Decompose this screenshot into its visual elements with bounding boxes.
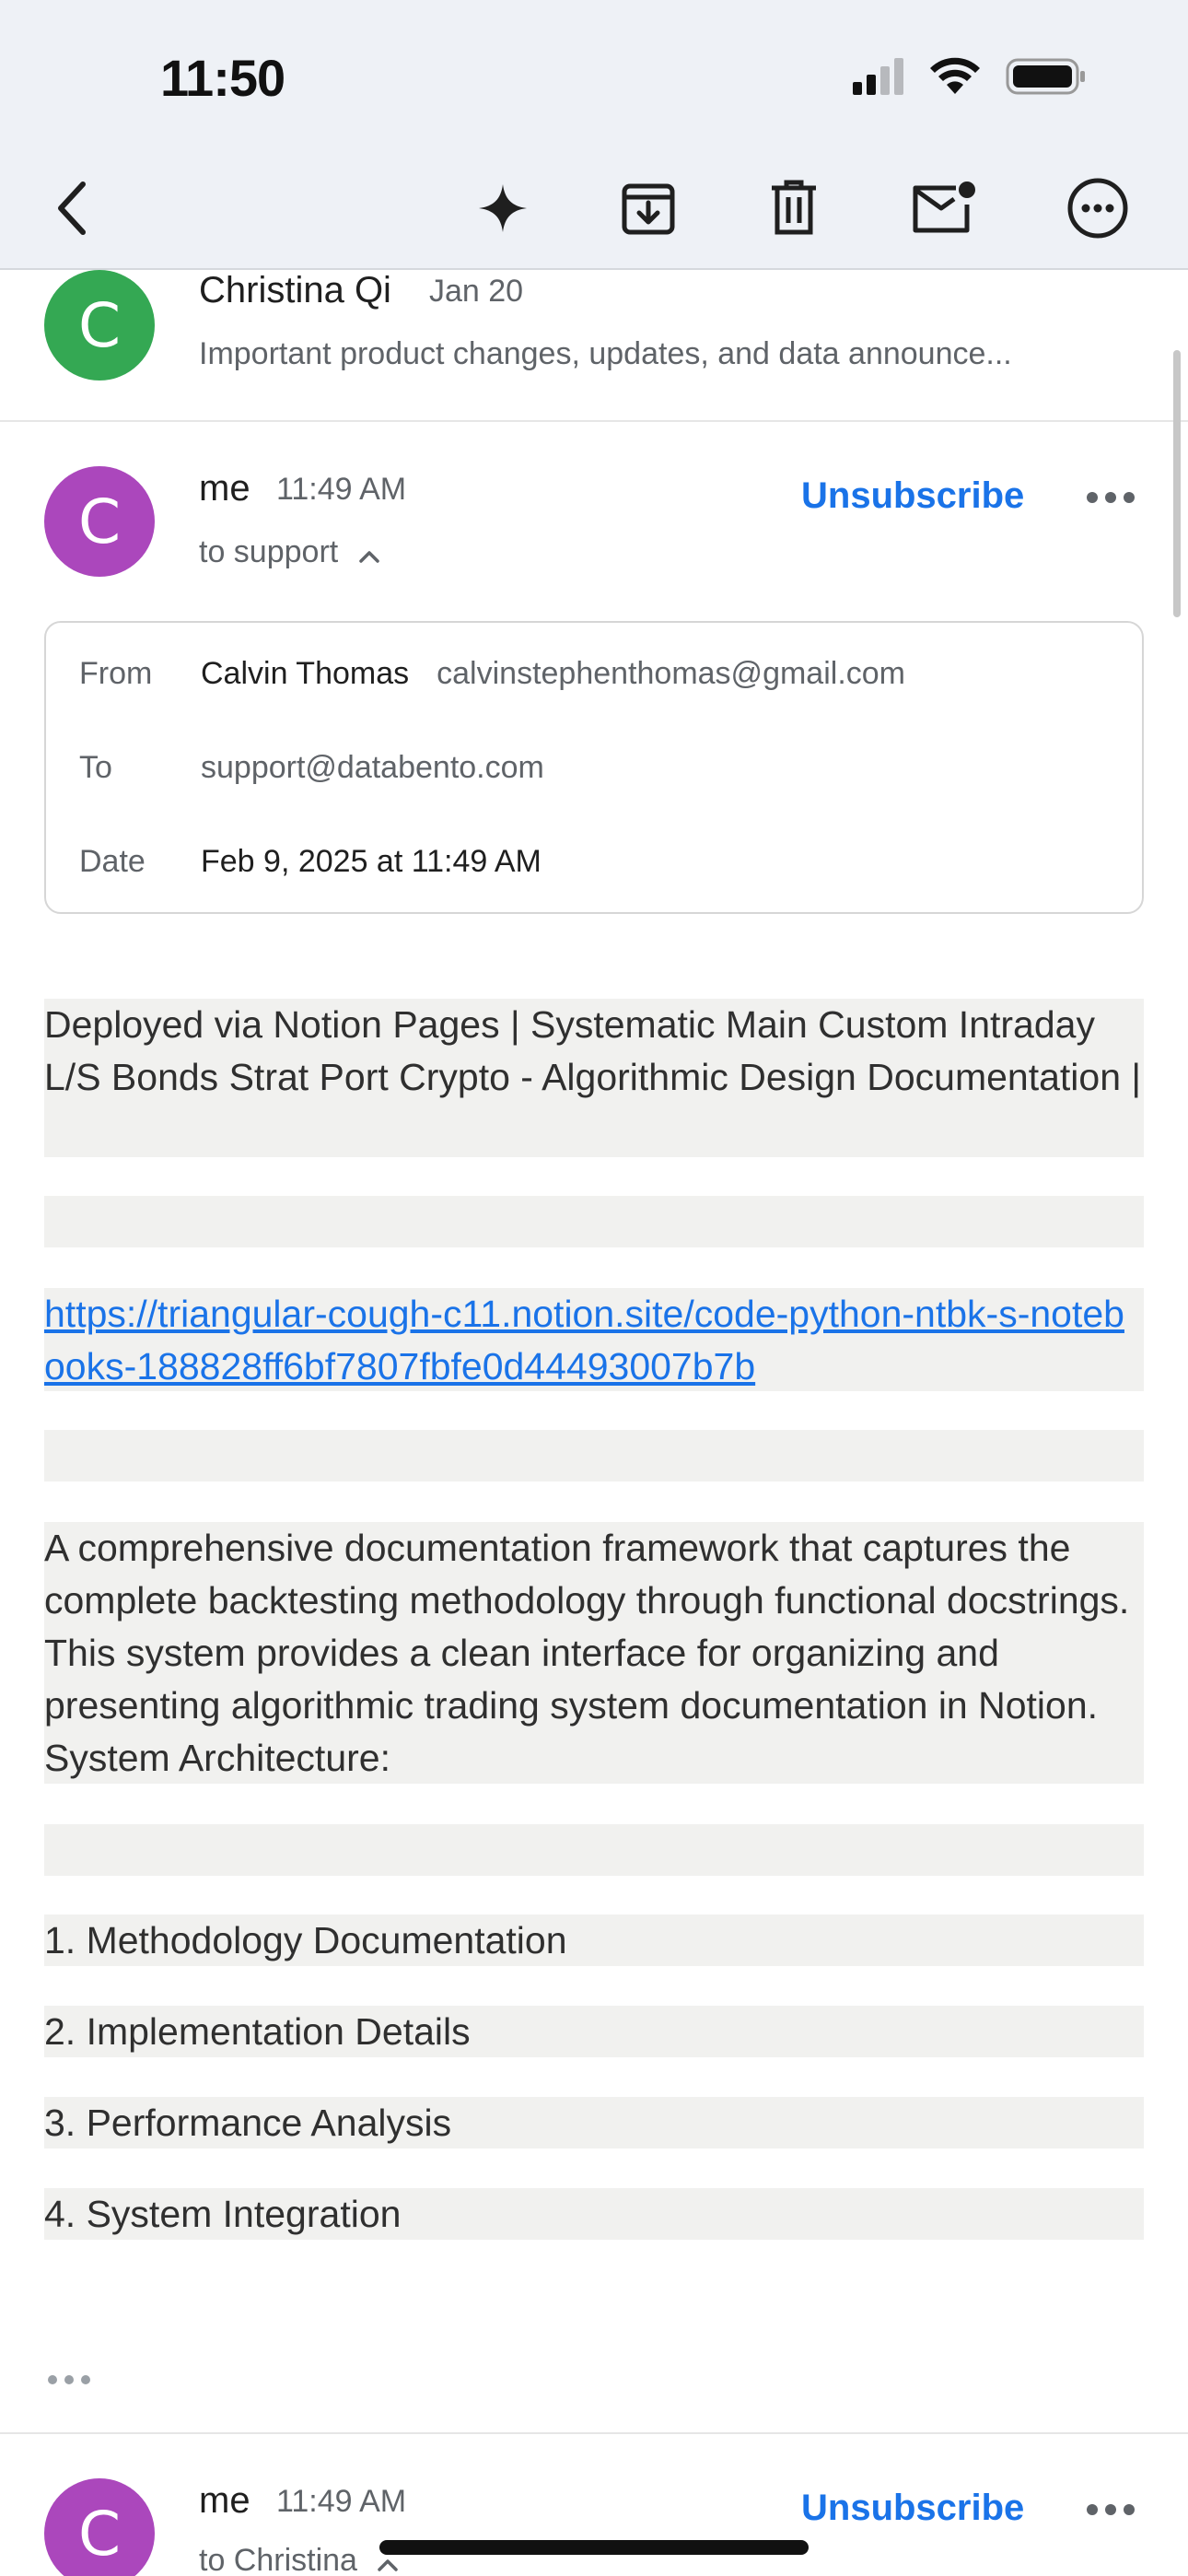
recipients-toggle[interactable]: to Christina bbox=[199, 2543, 399, 2576]
more-icon bbox=[1066, 177, 1129, 244]
mark-unread-button[interactable] bbox=[906, 173, 980, 247]
recipients-label: to Christina bbox=[199, 2543, 357, 2576]
chevron-up-icon bbox=[358, 536, 380, 572]
body-spacer bbox=[44, 1196, 1144, 1247]
avatar: C bbox=[44, 2478, 155, 2576]
body-spacer bbox=[44, 1824, 1144, 1876]
avatar: C bbox=[44, 270, 155, 381]
body-spacer bbox=[44, 1430, 1144, 1481]
from-value: Calvin Thomas calvinstephenthomas@gmail.c… bbox=[201, 656, 905, 692]
unsubscribe-button[interactable]: Unsubscribe bbox=[801, 2488, 1024, 2529]
sender-name: me bbox=[199, 468, 250, 509]
message-time: 11:49 AM bbox=[276, 472, 407, 507]
body-link-block: https://triangular-cough-c11.notion.site… bbox=[44, 1288, 1144, 1391]
trash-icon bbox=[768, 179, 820, 242]
home-indicator[interactable] bbox=[379, 2540, 809, 2555]
battery-icon bbox=[1006, 57, 1087, 100]
message-snippet: Important product changes, updates, and … bbox=[199, 336, 1012, 371]
more-horizontal-icon bbox=[1087, 492, 1135, 503]
status-time: 11:50 bbox=[160, 49, 285, 107]
mark-unread-icon bbox=[910, 181, 976, 240]
to-value[interactable]: support@databento.com bbox=[201, 750, 544, 786]
more-options-button[interactable] bbox=[1061, 173, 1135, 247]
top-bar: 11:50 bbox=[0, 0, 1188, 270]
back-button[interactable] bbox=[35, 173, 109, 247]
list-item: 4. System Integration bbox=[44, 2188, 1144, 2240]
back-icon bbox=[53, 181, 90, 240]
from-label: From bbox=[79, 656, 153, 691]
more-horizontal-icon bbox=[1087, 2504, 1135, 2515]
delete-button[interactable] bbox=[757, 173, 831, 247]
scrollbar[interactable] bbox=[1173, 350, 1181, 617]
avatar: C bbox=[44, 466, 155, 577]
body-intro: Deployed via Notion Pages | Systematic M… bbox=[44, 999, 1144, 1157]
date-value: Feb 9, 2025 at 11:49 AM bbox=[201, 844, 542, 879]
message-time: 11:49 AM bbox=[276, 2484, 407, 2519]
recipients-toggle[interactable]: to support bbox=[199, 534, 380, 572]
message-more-button[interactable] bbox=[1087, 2504, 1135, 2515]
unsubscribe-button[interactable]: Unsubscribe bbox=[801, 475, 1024, 517]
ellipsis-icon bbox=[48, 2375, 90, 2384]
message-details: From Calvin Thomas calvinstephenthomas@gm… bbox=[44, 621, 1144, 914]
recipients-label: to support bbox=[199, 534, 339, 569]
collapsed-message-christina[interactable]: C Christina Qi Jan 20 Important product … bbox=[0, 270, 1188, 422]
from-email[interactable]: calvinstephenthomas@gmail.com bbox=[437, 656, 905, 691]
archive-button[interactable] bbox=[611, 173, 685, 247]
from-name: Calvin Thomas bbox=[201, 656, 410, 691]
wifi-icon bbox=[928, 57, 982, 100]
sparkle-icon bbox=[477, 182, 529, 239]
sender-name: me bbox=[199, 2480, 250, 2521]
gemini-button[interactable] bbox=[466, 173, 540, 247]
status-icons bbox=[853, 57, 1087, 100]
list-item: 1. Methodology Documentation bbox=[44, 1914, 1144, 1966]
to-label: To bbox=[79, 750, 112, 785]
date-label: Date bbox=[79, 844, 146, 879]
message-date: Jan 20 bbox=[429, 274, 524, 309]
sender-name: Christina Qi bbox=[199, 270, 391, 310]
notion-link[interactable]: https://triangular-cough-c11.notion.site… bbox=[44, 1293, 1124, 1388]
list-item: 2. Implementation Details bbox=[44, 2006, 1144, 2057]
message-more-button[interactable] bbox=[1087, 492, 1135, 503]
archive-icon bbox=[619, 179, 678, 242]
cellular-signal-icon bbox=[853, 58, 904, 100]
list-item: 3. Performance Analysis bbox=[44, 2097, 1144, 2149]
show-trimmed-content-button[interactable] bbox=[48, 2375, 90, 2384]
body-description: A comprehensive documentation framework … bbox=[44, 1522, 1144, 1784]
